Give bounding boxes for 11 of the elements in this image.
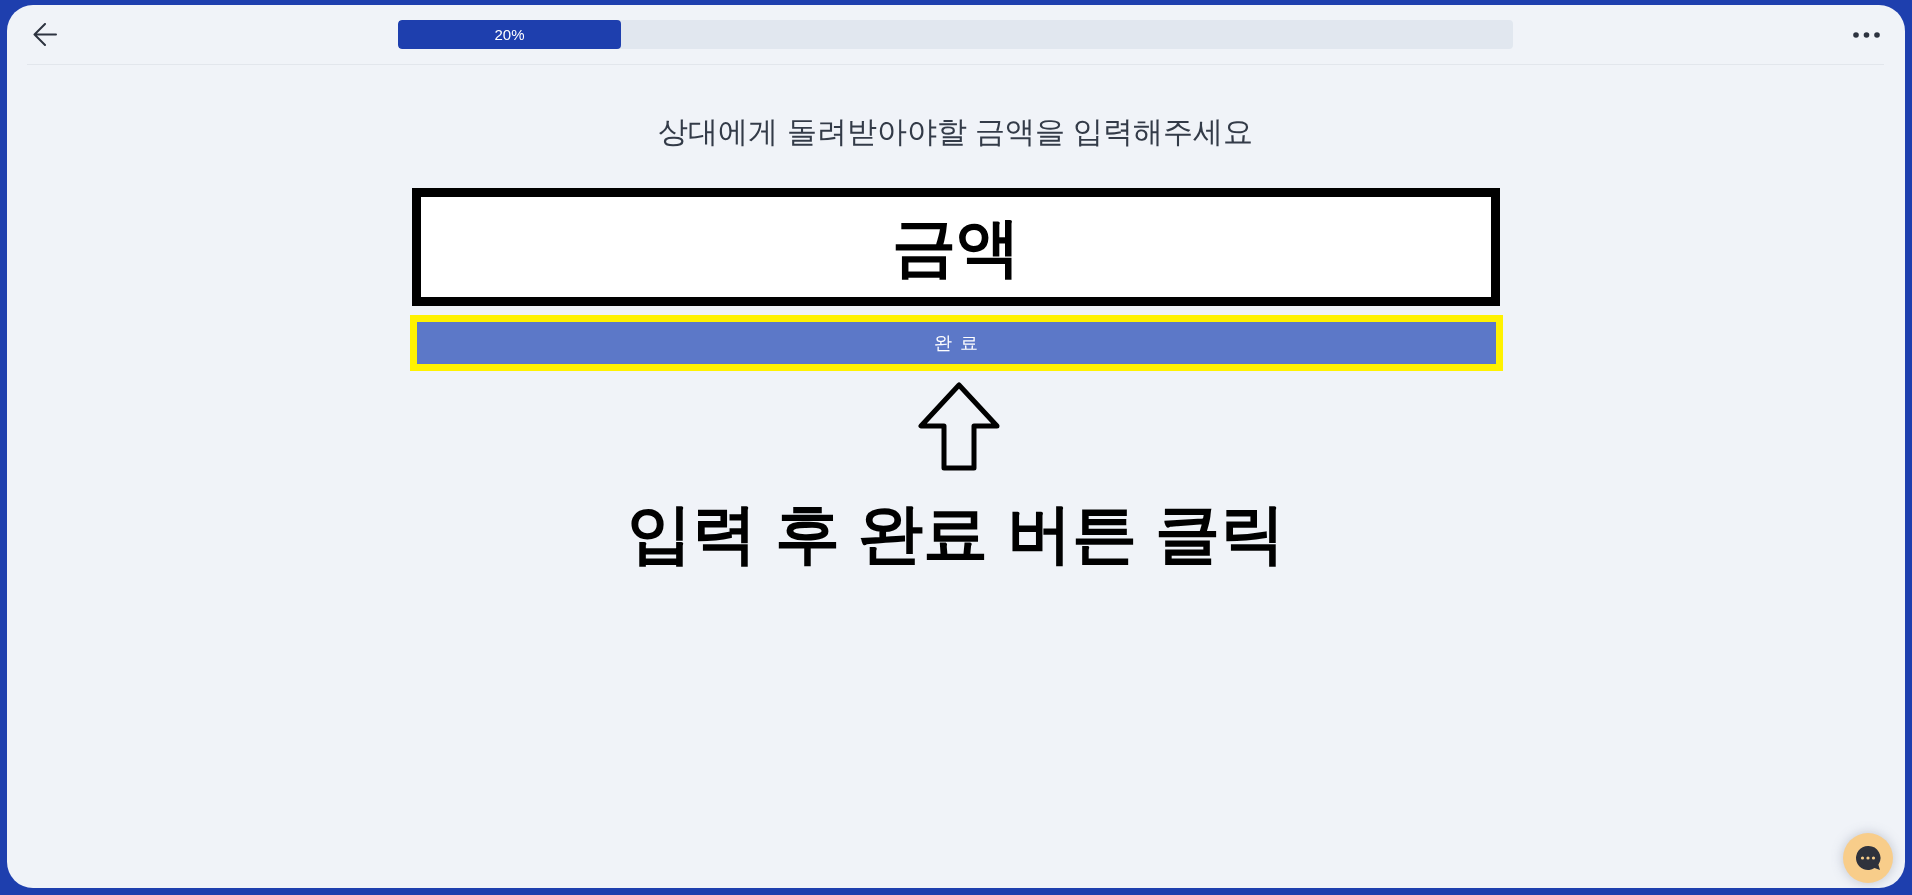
submit-button[interactable]: 완료 <box>416 322 1496 364</box>
prompt-text: 상대에게 돌려받아야할 금액을 입력해주세요 <box>658 114 1254 150</box>
amount-input[interactable] <box>412 188 1500 306</box>
chat-button[interactable] <box>1843 833 1893 883</box>
field-annotation: 금액 <box>892 215 1020 279</box>
instruction-annotation: 입력 후 완료 버튼 클릭 <box>627 496 1285 572</box>
chat-bubble-icon <box>1855 845 1881 871</box>
up-arrow-icon <box>918 382 1000 471</box>
progress-label: 20% <box>494 27 525 42</box>
more-icon[interactable] <box>1853 31 1880 38</box>
back-icon[interactable] <box>33 23 57 46</box>
